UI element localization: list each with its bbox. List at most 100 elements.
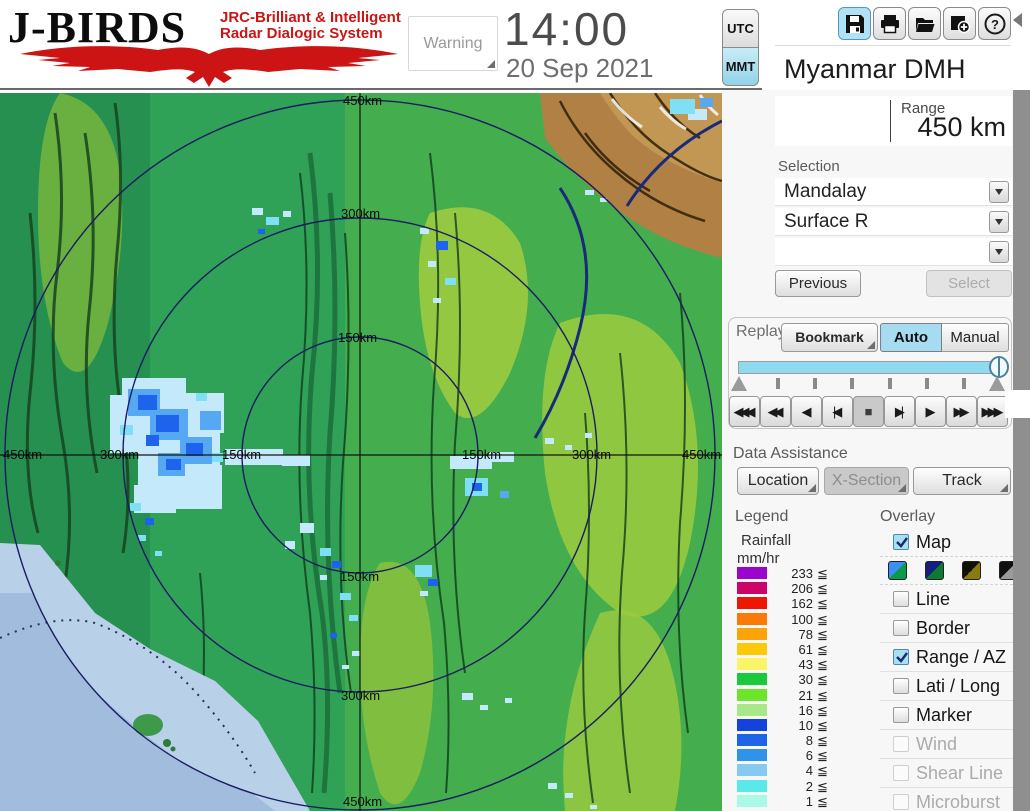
overlay-item-map[interactable]: Map — [880, 528, 1013, 557]
stop-button[interactable]: ■ — [853, 396, 884, 427]
legend-row: 233 ≦ — [737, 566, 847, 581]
help-button[interactable]: ? — [978, 7, 1011, 40]
location-button[interactable]: Location — [737, 467, 819, 495]
legend-scale: 233 ≦ 206 ≦ 162 ≦ 100 ≦ 78 ≦ 61 ≦ 43 ≦ 30 ≦ 21 ≦ 16 ≦ 10 ≦ 8 ≦ 6… — [737, 566, 847, 809]
checkbox[interactable] — [893, 534, 909, 550]
range-value: 450 km — [917, 112, 1006, 142]
legend-row: 10 ≦ — [737, 718, 847, 733]
open-folder-button[interactable] — [908, 7, 941, 40]
help-icon: ? — [984, 13, 1005, 34]
data-assistance-label: Data Assistance — [733, 445, 848, 462]
svg-text:450km: 450km — [343, 93, 382, 108]
utc-button[interactable]: UTC — [722, 9, 759, 48]
checkbox[interactable] — [893, 591, 909, 607]
warning-button[interactable]: Warning — [408, 16, 498, 71]
legend-swatch — [737, 688, 767, 701]
legend-swatch — [737, 703, 767, 716]
fast-rewind-button[interactable]: ◀◀ — [760, 396, 791, 427]
legend-row: 162 ≦ — [737, 596, 847, 611]
add-image-button[interactable] — [943, 7, 976, 40]
map-style-black-olive[interactable] — [962, 561, 981, 580]
legend-value: 8 — [805, 733, 813, 749]
play-reverse-button[interactable]: ◀ — [791, 396, 822, 427]
product-select-dropdown-button[interactable] — [989, 211, 1009, 233]
overlay-item-line[interactable]: Line — [880, 585, 1013, 614]
station-name: Myanmar DMH — [775, 49, 1012, 90]
panel-splitter[interactable] — [1013, 90, 1030, 811]
legend-row: 78 ≦ — [737, 627, 847, 642]
legend-value: 10 — [798, 717, 813, 733]
station-select[interactable]: Mandalay — [775, 178, 1012, 206]
checkbox — [893, 736, 909, 752]
legend-row: 8 ≦ — [737, 733, 847, 748]
print-icon — [880, 14, 899, 33]
replay-slider-track[interactable] — [738, 361, 1004, 374]
legend-value: 206 — [791, 581, 813, 597]
checkbox[interactable] — [893, 678, 909, 694]
legend-swatch — [737, 597, 767, 610]
fast-forward-button[interactable]: ▶▶ — [946, 396, 977, 427]
checkbox[interactable] — [893, 620, 909, 636]
legend-op: ≦ — [817, 702, 828, 718]
svg-text:300km: 300km — [341, 206, 380, 221]
checkbox — [893, 794, 909, 810]
svg-text:150km: 150km — [340, 569, 379, 584]
map-style-blue-green[interactable] — [888, 561, 907, 580]
play-button[interactable]: ▶ — [915, 396, 946, 427]
checkbox[interactable] — [893, 649, 909, 665]
replay-label: Replay — [736, 323, 786, 340]
jbirds-logo: J-BIRDS JRC-Brilliant & Intelligent Rada… — [8, 2, 403, 88]
legend-value: 21 — [798, 687, 813, 703]
station-select-dropdown-button[interactable] — [989, 181, 1009, 203]
legend-title: Rainfall — [741, 532, 792, 549]
option-select-dropdown-button[interactable] — [989, 241, 1009, 263]
checkbox[interactable] — [893, 707, 909, 723]
jump-end-button[interactable]: ▶▶▶ — [977, 396, 1008, 427]
auto-button[interactable]: Auto — [880, 323, 942, 352]
overlay-item-lati-long[interactable]: Lati / Long — [880, 672, 1013, 701]
bookmark-button[interactable]: Bookmark — [781, 323, 878, 352]
legend-op: ≦ — [817, 763, 828, 779]
previous-button[interactable]: Previous — [775, 270, 861, 297]
track-button[interactable]: Track — [913, 467, 1011, 495]
replay-slider-handle[interactable] — [989, 356, 1009, 378]
slider-start-marker — [731, 376, 747, 391]
svg-text:150km: 150km — [222, 447, 261, 462]
overlay-item-wind: Wind — [880, 730, 1013, 759]
radar-map-canvas[interactable]: 450km 300km 150km 150km 300km 450km 450k… — [0, 93, 722, 811]
legend-row: 206 ≦ — [737, 581, 847, 596]
legend-op: ≦ — [817, 581, 828, 597]
mmt-button[interactable]: MMT — [722, 47, 759, 86]
product-select[interactable]: Surface R — [775, 208, 1012, 236]
legend-swatch — [737, 779, 767, 792]
step-back-button[interactable]: |◀ — [822, 396, 853, 427]
overlay-item-marker[interactable]: Marker — [880, 701, 1013, 730]
range-box: Range 450 km — [775, 96, 1012, 146]
legend-swatch — [737, 627, 767, 640]
legend-row: 21 ≦ — [737, 688, 847, 703]
checkbox — [893, 765, 909, 781]
toolbar-collapse-arrow-icon[interactable] — [1013, 13, 1022, 27]
map-style-navy-green[interactable] — [925, 561, 944, 580]
legend-value: 233 — [791, 566, 813, 581]
overlay-item-border[interactable]: Border — [880, 614, 1013, 643]
step-forward-button[interactable]: ▶| — [884, 396, 915, 427]
overlay-item-range-az[interactable]: Range / AZ — [880, 643, 1013, 672]
save-button[interactable] — [838, 7, 871, 40]
legend-op: ≦ — [817, 793, 828, 809]
legend-row: 6 ≦ — [737, 748, 847, 763]
legend-swatch — [737, 642, 767, 655]
print-button[interactable] — [873, 7, 906, 40]
legend-value: 100 — [791, 611, 813, 627]
eagle-icon — [20, 46, 398, 87]
legend-unit: mm/hr — [737, 550, 780, 567]
jump-start-button[interactable]: ◀◀◀ — [729, 396, 760, 427]
legend-op: ≦ — [817, 657, 828, 673]
legend-swatch — [737, 567, 767, 579]
svg-text:450km: 450km — [343, 794, 382, 809]
manual-button[interactable]: Manual — [942, 323, 1009, 352]
x-section-button[interactable]: X-Section — [824, 467, 909, 495]
legend-op: ≦ — [817, 566, 828, 581]
panel-collapse-handle[interactable] — [1005, 390, 1030, 418]
option-select[interactable] — [775, 238, 1012, 266]
